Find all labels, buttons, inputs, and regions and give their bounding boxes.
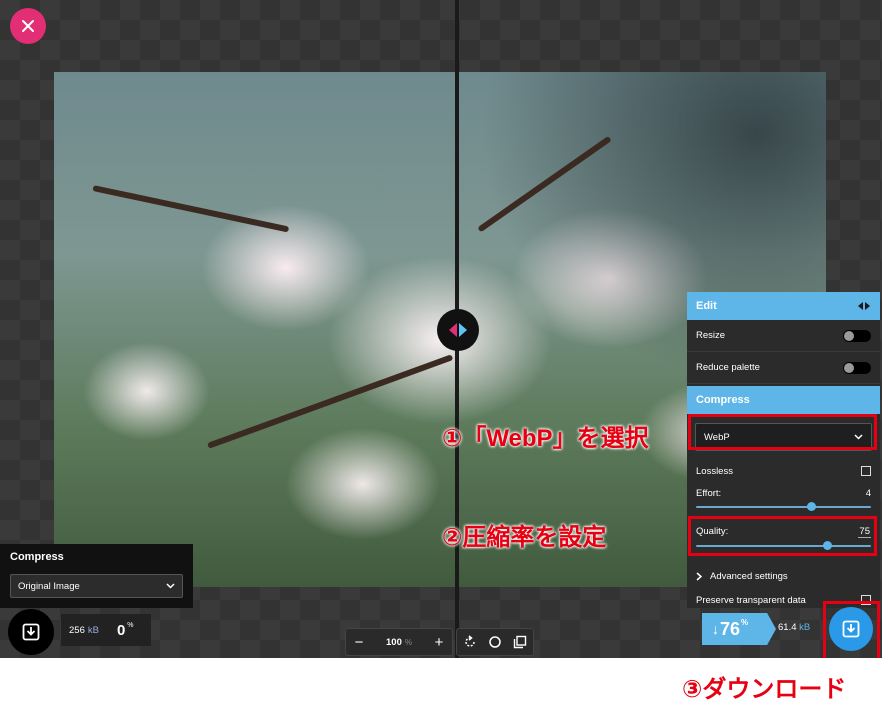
photo-branch [91,185,289,233]
left-percent-unit: % [127,621,134,629]
right-size-unit: kB [799,622,811,633]
side-by-side-button[interactable] [510,632,530,652]
rotate-icon [464,635,475,647]
chevron-down-icon [166,583,175,589]
zoom-control: − 100% + [345,628,453,656]
reduce-palette-toggle[interactable] [843,361,871,374]
annotation-step3: ③ダウンロード [682,676,847,703]
left-format-value: Original Image [18,580,80,592]
edit-header[interactable]: Edit [687,292,880,320]
chevron-right-icon [696,572,702,581]
right-size-info: 61.4 kB [778,622,810,633]
savings-number: 76 [720,618,741,639]
close-icon [22,20,34,32]
side-by-side-icon [514,635,527,649]
left-format-select[interactable]: Original Image [10,574,183,598]
resize-label: Resize [696,330,726,341]
advanced-settings-toggle[interactable]: Advanced settings [687,551,880,588]
compress-header-label: Compress [696,394,750,406]
effort-label: Effort: [696,488,722,499]
lossless-checkbox[interactable] [861,466,871,476]
left-percent-value: 0 [116,621,126,639]
edit-header-label: Edit [696,300,717,312]
effort-value[interactable]: 4 [866,488,871,499]
right-options-panel: Edit Resize Reduce palette Compress WebP… [687,292,880,608]
left-options-panel: Compress Original Image [0,544,193,608]
annotation-step1: ①「WebP」を選択 [442,425,649,452]
effort-slider-thumb[interactable] [807,502,816,511]
effort-slider-block: Effort: 4 [687,482,880,512]
reduce-palette-label: Reduce palette [696,362,760,373]
zoom-in-button[interactable]: + [426,629,452,655]
background-toggle-icon [489,636,501,648]
zoom-value[interactable]: 100% [372,637,426,648]
annotation-step2: ②圧縮率を設定 [442,524,607,551]
annotation-box-download [823,601,880,658]
download-icon [22,623,40,641]
lossless-row: Lossless [687,460,880,482]
right-size-value: 61.4 [778,622,797,633]
left-size-unit: kB [87,624,99,636]
savings-unit: % [741,618,749,627]
savings-badge: ↓ 76 % [702,613,776,645]
lossless-label: Lossless [696,465,733,477]
resize-toggle[interactable] [843,329,871,342]
reduce-palette-row: Reduce palette [687,352,880,384]
preserve-label: Preserve transparent data [696,594,806,606]
background-toggle-button[interactable] [485,632,505,652]
arrow-left-icon [449,323,457,337]
resize-row: Resize [687,320,880,352]
close-button[interactable] [10,8,46,44]
left-size-value: 256 [69,624,85,636]
left-compress-header: Compress [10,551,64,563]
effort-slider[interactable] [696,502,871,511]
photo-branch [207,354,454,449]
compare-slider-handle[interactable] [437,309,479,351]
zoom-number: 100 [386,636,402,648]
compress-header: Compress [687,386,880,414]
left-size-info: 256 kB 0 % [61,614,151,646]
annotation-box-quality [688,516,877,556]
rotate-button[interactable] [460,632,480,652]
zoom-unit: % [404,637,412,647]
annotation-box-format [688,414,877,450]
arrow-down-icon: ↓ [712,621,719,637]
left-download-button[interactable] [8,609,54,655]
view-tools [456,628,534,656]
advanced-settings-label: Advanced settings [710,571,788,582]
arrow-right-icon [459,323,467,337]
expand-arrows-icon [858,302,870,310]
canvas-area: Compress Original Image 256 kB 0 % Edit … [0,0,882,658]
zoom-out-button[interactable]: − [346,629,372,655]
